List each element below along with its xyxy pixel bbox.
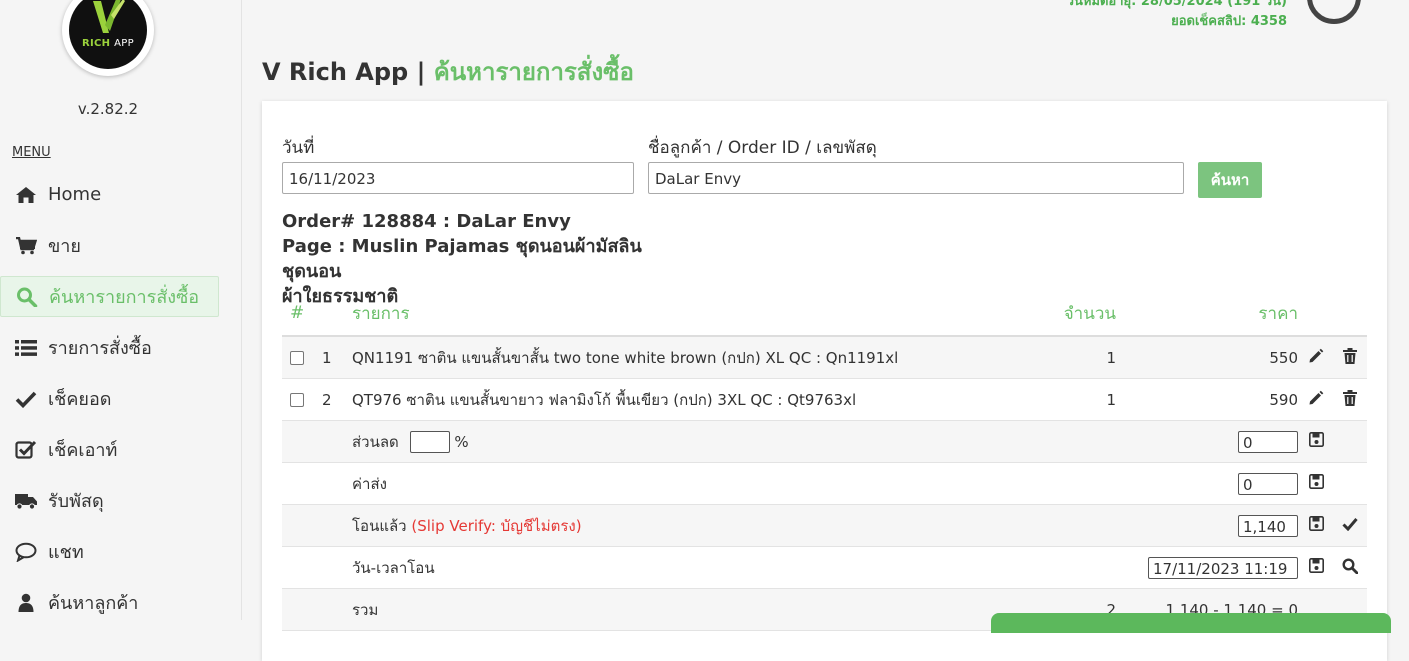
col-header-item: รายการ xyxy=(351,291,995,337)
page-title: V Rich App | ค้นหารายการสั่งซื้อ xyxy=(262,52,634,91)
sidebar-item-search-orders[interactable]: ค้นหารายการสั่งซื้อ xyxy=(0,276,219,317)
shipping-input[interactable]: 0 xyxy=(1238,472,1298,495)
row-qty: 1 xyxy=(995,336,1117,379)
discount-row: ส่วนลด % 0 xyxy=(282,420,1367,463)
search-button[interactable]: ค้นหา xyxy=(1198,162,1262,198)
logo-app: APP xyxy=(114,38,134,49)
percent-sign: % xyxy=(454,432,469,451)
sidebar-item-label: รายการสั่งซื้อ xyxy=(48,338,152,359)
logo-text: RICH APP xyxy=(69,38,147,49)
row-item: QT976 ซาติน แขนสั้นขายาว ฟลามิงโก้ พื้นเ… xyxy=(351,378,995,421)
app-logo[interactable]: RICH APP xyxy=(62,0,154,76)
list-icon xyxy=(14,338,38,358)
row-checkbox[interactable] xyxy=(290,393,304,407)
date-input[interactable]: 16/11/2023 xyxy=(282,162,634,194)
sidebar-item-check-balance[interactable]: เช็คยอด xyxy=(0,378,219,419)
transferred-label: โอนแล้ว xyxy=(352,516,407,535)
user-avatar-icon[interactable] xyxy=(1307,0,1361,24)
logo-badge: RICH APP xyxy=(69,0,147,69)
logo-brand: RICH xyxy=(82,38,111,49)
row-number: 2 xyxy=(321,378,351,421)
shipping-label: ค่าส่ง xyxy=(351,462,995,505)
transferred-row: โอนแล้ว (Slip Verify: บัญชีไม่ตรง) 1,140 xyxy=(282,504,1367,547)
page-title-highlight: ค้นหารายการสั่งซื้อ xyxy=(433,58,634,86)
sidebar-item-orders[interactable]: รายการสั่งซื้อ xyxy=(0,327,219,368)
total-label: รวม xyxy=(351,588,995,631)
sidebar-nav: Home ขาย ค้นหารายการสั่งซื้อ รายการสั่งซ… xyxy=(0,174,219,633)
row-number: 1 xyxy=(321,336,351,379)
sidebar-item-label: รับพัสดุ xyxy=(48,491,104,512)
sidebar-item-sell[interactable]: ขาย xyxy=(0,225,219,266)
transfer-time-row: วัน-เวลาโอน 17/11/2023 11:19 xyxy=(282,546,1367,589)
transfer-time-input[interactable]: 17/11/2023 11:19 xyxy=(1148,556,1298,579)
col-header-qty: จำนวน xyxy=(995,291,1117,337)
sidebar-item-label: Home xyxy=(48,184,102,205)
app-version: v.2.82.2 xyxy=(77,100,139,118)
menu-title: MENU xyxy=(12,145,51,160)
transferred-input[interactable]: 1,140 xyxy=(1238,514,1298,537)
check-icon xyxy=(14,389,38,409)
edit-icon[interactable] xyxy=(1308,348,1324,364)
page-title-prefix: V Rich App | xyxy=(262,58,434,86)
sidebar-item-checkout[interactable]: เช็คเอาท์ xyxy=(0,429,219,470)
col-header-price: ราคา xyxy=(1117,291,1299,337)
order-page: Page : Muslin Pajamas ชุดนอนผ้ามัสลิน ชุ… xyxy=(282,236,642,282)
check-icon[interactable] xyxy=(1342,517,1358,531)
trash-icon[interactable] xyxy=(1343,347,1357,364)
row-qty: 1 xyxy=(995,378,1117,421)
sidebar-item-label: ค้นหาลูกค้า xyxy=(48,593,139,614)
search-icon[interactable] xyxy=(1342,557,1359,574)
slip-verify-status: (Slip Verify: บัญชีไม่ตรง) xyxy=(411,516,582,535)
main-content: วันหมดอายุ: 28/05/2024 (191 วัน) ยอดเช็ค… xyxy=(242,0,1409,661)
query-label: ชื่อลูกค้า / Order ID / เลขพัสดุ xyxy=(648,138,877,158)
row-checkbox[interactable] xyxy=(290,351,304,365)
discount-label: ส่วนลด xyxy=(352,432,399,451)
chat-icon xyxy=(14,542,38,562)
sidebar: RICH APP v.2.82.2 MENU Home ขาย ค้นหาราย… xyxy=(0,0,242,620)
truck-icon xyxy=(14,491,38,511)
discount-input[interactable]: 0 xyxy=(1238,430,1298,453)
check-square-icon xyxy=(14,440,38,460)
discount-percent-input[interactable] xyxy=(409,431,450,453)
col-header-num: # xyxy=(282,291,321,337)
search-icon xyxy=(15,287,39,307)
transfer-time-label: วัน-เวลาโอน xyxy=(351,546,995,589)
expire-date: วันหมดอายุ: 28/05/2024 (191 วัน) xyxy=(1066,0,1287,9)
cart-icon xyxy=(14,236,38,256)
table-row: 1 QN1191 ซาติน แขนสั้นขาสั้น two tone wh… xyxy=(282,336,1367,379)
search-input[interactable]: DaLar Envy xyxy=(648,162,1184,194)
subscription-info: วันหมดอายุ: 28/05/2024 (191 วัน) ยอดเช็ค… xyxy=(1067,0,1287,32)
row-item: QN1191 ซาติน แขนสั้นขาสั้น two tone whit… xyxy=(351,336,995,379)
sidebar-item-home[interactable]: Home xyxy=(0,174,219,215)
edit-icon[interactable] xyxy=(1308,390,1324,406)
sidebar-item-search-customers[interactable]: ค้นหาลูกค้า xyxy=(0,582,219,623)
table-row: 2 QT976 ซาติน แขนสั้นขายาว ฟลามิงโก้ พื้… xyxy=(282,378,1367,421)
save-icon[interactable] xyxy=(1308,558,1324,573)
sidebar-item-label: ค้นหารายการสั่งซื้อ xyxy=(49,287,200,308)
trash-icon[interactable] xyxy=(1343,389,1357,406)
sidebar-item-label: เช็คเอาท์ xyxy=(48,440,118,461)
sidebar-item-parcels[interactable]: รับพัสดุ xyxy=(0,480,219,521)
order-id: Order# 128884 : DaLar Envy xyxy=(282,211,571,232)
order-search-card: วันที่ 16/11/2023 ชื่อลูกค้า / Order ID … xyxy=(262,101,1387,661)
sidebar-item-label: แชท xyxy=(48,542,84,563)
user-icon xyxy=(14,593,38,613)
logo-v-icon xyxy=(93,0,125,33)
slip-count: ยอดเช็คสลิป: 4358 xyxy=(1171,14,1287,29)
home-icon xyxy=(14,185,38,205)
shipping-row: ค่าส่ง 0 xyxy=(282,462,1367,505)
sidebar-item-label: เช็คยอด xyxy=(48,389,112,410)
save-icon[interactable] xyxy=(1308,516,1324,531)
save-icon[interactable] xyxy=(1308,474,1324,489)
order-items-table: # รายการ จำนวน ราคา 1 QN1191 ซาติน แขนสั… xyxy=(282,291,1367,631)
sidebar-item-chat[interactable]: แชท xyxy=(0,531,219,572)
row-price: 550 xyxy=(1117,336,1299,379)
bottom-action-bar[interactable] xyxy=(991,613,1391,633)
save-icon[interactable] xyxy=(1308,432,1324,447)
sidebar-item-label: ขาย xyxy=(48,236,81,257)
row-price: 590 xyxy=(1117,378,1299,421)
date-label: วันที่ xyxy=(282,138,315,158)
